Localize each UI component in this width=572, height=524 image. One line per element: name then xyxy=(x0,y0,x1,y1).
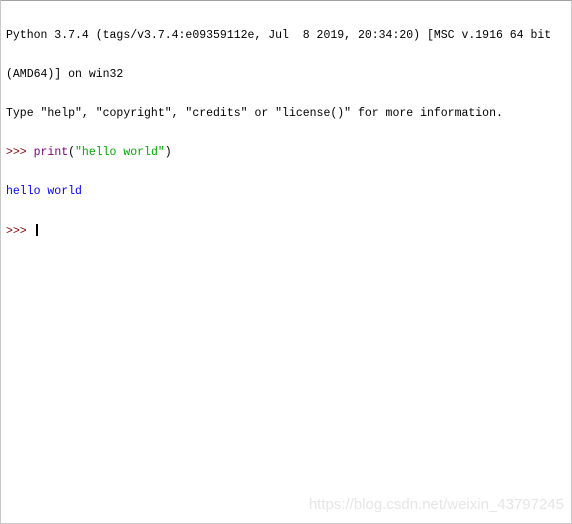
input-line[interactable]: >>> xyxy=(6,224,551,238)
banner-line: Python 3.7.4 (tags/v3.7.4:e09359112e, Ju… xyxy=(6,29,552,42)
banner-line: Type "help", "copyright", "credits" or "… xyxy=(6,107,503,120)
string-literal: "hello world" xyxy=(75,146,165,159)
prompt: >>> xyxy=(6,225,34,238)
banner-line: (AMD64)] on win32 xyxy=(6,68,124,81)
shell-text-area[interactable]: Python 3.7.4 (tags/v3.7.4:e09359112e, Ju… xyxy=(6,3,551,263)
paren-close: ) xyxy=(164,146,172,159)
idle-shell-window: Python 3.7.4 (tags/v3.7.4:e09359112e, Ju… xyxy=(0,0,572,524)
builtin-print: print xyxy=(33,146,69,159)
prompt: >>> xyxy=(6,146,34,159)
text-cursor xyxy=(35,224,38,236)
command-line: >>> print("hello world") xyxy=(6,146,551,159)
output-line: hello world xyxy=(6,185,82,198)
watermark: https://blog.csdn.net/weixin_43797245 xyxy=(308,496,564,513)
paren-open: ( xyxy=(68,146,76,159)
